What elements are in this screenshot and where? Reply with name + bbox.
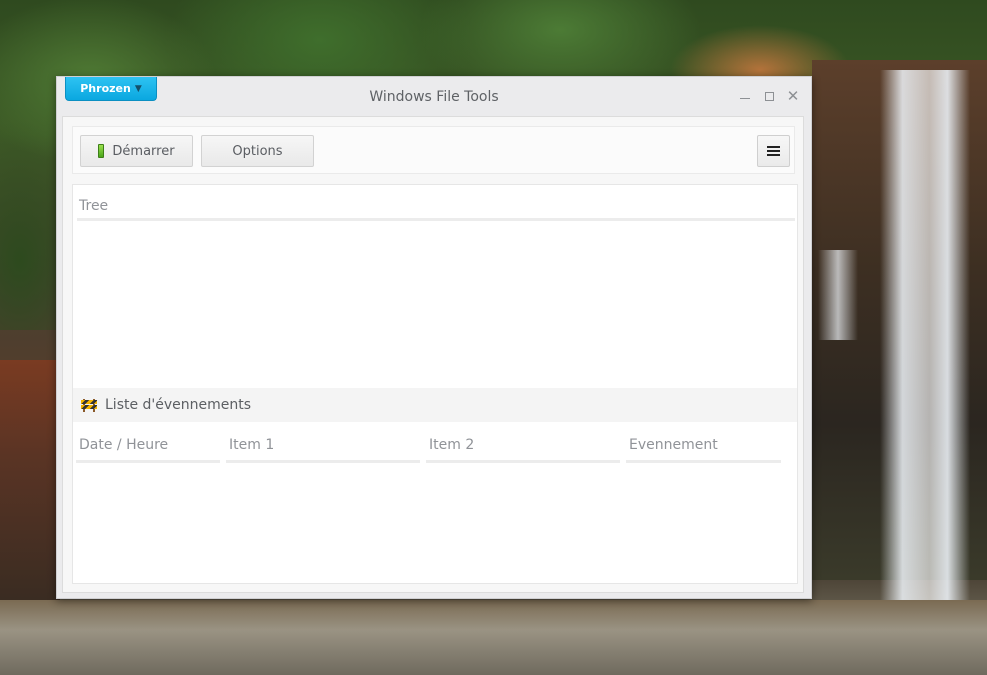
events-section-header: Liste d'évennements [73,388,797,422]
background-ground [0,600,987,675]
close-icon: ✕ [786,86,800,105]
brand-menu-button[interactable]: Phrozen ▼ [65,77,157,101]
tree-view[interactable] [77,225,795,387]
column-header-item2[interactable]: Item 2 [426,433,620,463]
close-button[interactable]: ✕ [783,86,803,106]
minimize-button[interactable] [735,86,755,106]
options-button-label: Options [232,143,283,159]
tree-header[interactable]: Tree [77,191,795,221]
events-list[interactable] [77,467,795,579]
battery-icon [98,144,105,158]
toolbar: Démarrer Options [72,126,795,174]
start-button[interactable]: Démarrer [80,135,193,167]
maximize-icon [764,91,774,101]
column-header-date[interactable]: Date / Heure [76,433,220,463]
window-content: Démarrer Options Tree Liste d'évennement… [62,116,804,593]
start-button-label: Démarrer [112,143,175,159]
background-waterfall-small [818,250,858,340]
brand-menu-label: Phrozen [80,82,131,95]
main-panel: Tree Liste d'évennements Date / Heure It… [72,184,798,584]
title-bar[interactable]: Windows File Tools Phrozen ▼ ✕ [57,77,811,115]
minimize-icon [740,97,750,99]
maximize-button[interactable] [759,86,779,106]
caret-down-icon: ▼ [134,83,142,94]
options-button[interactable]: Options [201,135,314,167]
window-title: Windows File Tools [369,89,499,105]
background-waterfall [880,70,970,630]
column-header-event[interactable]: Evennement [626,433,781,463]
background-rock-left [0,360,60,600]
main-menu-button[interactable] [757,135,790,167]
column-header-item1[interactable]: Item 1 [226,433,420,463]
barrier-icon [81,398,97,412]
app-window: Windows File Tools Phrozen ▼ ✕ Démarrer … [56,76,812,599]
events-section-title: Liste d'évennements [105,397,252,413]
hamburger-icon [767,146,780,156]
